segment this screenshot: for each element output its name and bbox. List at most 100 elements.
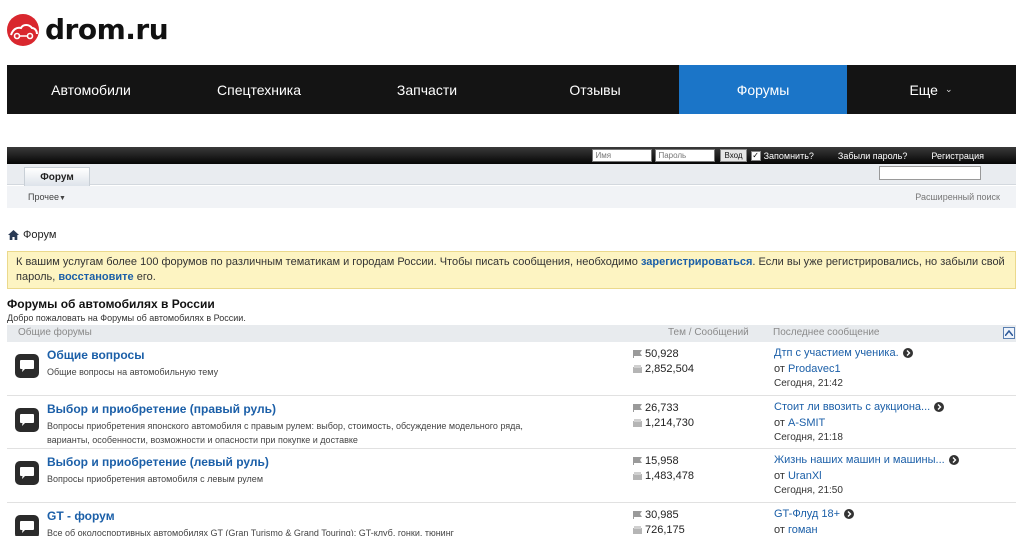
author-link[interactable]: Prodavec1: [788, 363, 841, 375]
notice-text-3: его.: [133, 271, 156, 283]
info-notice: К вашим услугам более 100 форумов по раз…: [7, 251, 1016, 289]
tab-forum[interactable]: Форум: [24, 167, 90, 186]
go-to-post-icon[interactable]: [844, 509, 855, 519]
logo-car-icon: [7, 14, 39, 46]
nav-cars-label: Автомобили: [51, 81, 131, 98]
threads-stat: 30,985: [633, 509, 679, 521]
last-post-title: Жизнь наших машин и машины...: [774, 454, 945, 466]
author-prefix: от: [774, 524, 785, 536]
forum-description: Общие вопросы на автомобильную тему: [47, 367, 219, 377]
author-link[interactable]: UranXl: [788, 470, 822, 482]
site-header: drom.ru: [0, 0, 1023, 65]
username-input[interactable]: [592, 149, 653, 162]
search-input[interactable]: [879, 166, 981, 180]
posts-count: 2,852,504: [645, 363, 694, 375]
register-link[interactable]: Регистрация: [931, 151, 984, 161]
threads-count: 50,928: [645, 348, 679, 360]
forum-description: Вопросы приобретения японского автомобил…: [47, 421, 523, 445]
nav-forums[interactable]: Форумы: [679, 65, 847, 114]
home-icon[interactable]: [8, 230, 19, 240]
site-logo[interactable]: drom.ru: [7, 14, 169, 46]
column-forum-name: Общие форумы: [18, 327, 92, 338]
restore-password-link[interactable]: восстановите: [58, 271, 133, 283]
register-notice-link[interactable]: зарегистрироваться: [641, 256, 752, 268]
nav-more[interactable]: Еще ⌄: [847, 65, 1015, 114]
remember-label: Запомнить?: [763, 150, 814, 161]
message-icon: [633, 365, 642, 373]
main-navigation: Автомобили Спецтехника Запчасти Отзывы Ф…: [7, 65, 1016, 114]
last-post-date: Сегодня, 21:50: [774, 485, 843, 496]
message-icon: [633, 472, 642, 480]
threads-stat: 50,928: [633, 348, 679, 360]
forum-description: Все об околоспортивных автомобилях GT (G…: [47, 528, 454, 536]
author-link[interactable]: A-SMIT: [788, 417, 825, 429]
nav-reviews-label: Отзывы: [569, 81, 621, 98]
other-dropdown[interactable]: Прочее▼: [28, 192, 66, 202]
author-prefix: от: [774, 470, 785, 482]
posts-count: 1,214,730: [645, 417, 694, 429]
threads-count: 26,733: [645, 402, 679, 414]
forum-row: GT - форум Все об околоспортивных автомо…: [7, 503, 1016, 536]
chevron-down-icon: ⌄: [944, 84, 953, 94]
breadcrumb: Форум: [8, 229, 56, 241]
password-input[interactable]: [655, 149, 716, 162]
forum-column-header: Общие форумы Тем / Сообщений Последнее с…: [7, 325, 1016, 342]
posts-stat: 726,175: [633, 524, 685, 536]
author-link[interactable]: гоман: [788, 524, 818, 536]
posts-stat: 1,214,730: [633, 417, 694, 429]
last-post-link[interactable]: Дтп с участием ученика.: [774, 347, 913, 359]
login-bar: Вход ✓ Запомнить? Забыли пароль? Регистр…: [7, 147, 1016, 164]
threads-stat: 15,958: [633, 455, 679, 467]
collapse-icon[interactable]: [1003, 327, 1015, 339]
column-last-post: Последнее сообщение: [773, 327, 880, 338]
posts-stat: 1,483,478: [633, 470, 694, 482]
flag-icon: [633, 404, 642, 412]
nav-forums-label: Форумы: [736, 81, 790, 98]
nav-more-label: Еще: [909, 81, 938, 98]
forum-title-link[interactable]: GT - форум: [47, 509, 115, 523]
message-icon: [633, 419, 642, 427]
dropdown-triangle-icon: ▼: [58, 195, 66, 202]
notice-text-1: К вашим услугам более 100 форумов по раз…: [16, 256, 641, 268]
forum-title-link[interactable]: Общие вопросы: [47, 348, 144, 362]
flag-icon: [633, 350, 642, 358]
posts-stat: 2,852,504: [633, 363, 694, 375]
forum-speech-bubble-icon: [15, 515, 39, 536]
last-post-author: от UranXl: [774, 470, 822, 482]
forum-row: Выбор и приобретение (правый руль) Вопро…: [7, 396, 1016, 449]
breadcrumb-forum-link[interactable]: Форум: [23, 229, 56, 241]
forum-tab-bar: Форум: [7, 164, 1016, 186]
forum-row: Общие вопросы Общие вопросы на автомобил…: [7, 342, 1016, 396]
author-prefix: от: [774, 417, 785, 429]
nav-cars[interactable]: Автомобили: [7, 65, 175, 114]
nav-reviews[interactable]: Отзывы: [511, 65, 679, 114]
go-to-post-icon[interactable]: [934, 402, 945, 412]
last-post-title: Стоит ли ввозить с аукциона...: [774, 401, 931, 413]
last-post-title: GT-Флуд 18+: [774, 508, 841, 520]
message-icon: [633, 526, 642, 534]
nav-parts-label: Запчасти: [396, 81, 458, 98]
last-post-link[interactable]: Стоит ли ввозить с аукциона...: [774, 401, 945, 413]
last-post-link[interactable]: GT-Флуд 18+: [774, 508, 855, 520]
last-post-title: Дтп с участием ученика.: [774, 347, 899, 359]
threads-count: 15,958: [645, 455, 679, 467]
last-post-link[interactable]: Жизнь наших машин и машины...: [774, 454, 959, 466]
go-to-post-icon[interactable]: [902, 348, 913, 358]
go-to-post-icon[interactable]: [948, 455, 959, 465]
last-post-author: от гоман: [774, 524, 818, 536]
forum-title-link[interactable]: Выбор и приобретение (правый руль): [47, 402, 276, 416]
last-post-date: Сегодня, 21:42: [774, 378, 843, 389]
section-description: Добро пожаловать на Форумы об автомобиля…: [7, 313, 246, 323]
posts-count: 1,483,478: [645, 470, 694, 482]
nav-parts[interactable]: Запчасти: [343, 65, 511, 114]
last-post-author: от Prodavec1: [774, 363, 841, 375]
forum-title-link[interactable]: Выбор и приобретение (левый руль): [47, 455, 269, 469]
forgot-password-link[interactable]: Забыли пароль?: [838, 151, 907, 161]
login-button[interactable]: Вход: [720, 149, 747, 162]
forum-speech-bubble-icon: [15, 354, 39, 378]
other-dropdown-label: Прочее: [28, 192, 59, 202]
remember-checkbox[interactable]: ✓: [750, 150, 761, 161]
advanced-search-link[interactable]: Расширенный поиск: [915, 192, 1000, 202]
nav-special-equipment[interactable]: Спецтехника: [175, 65, 343, 114]
flag-icon: [633, 457, 642, 465]
